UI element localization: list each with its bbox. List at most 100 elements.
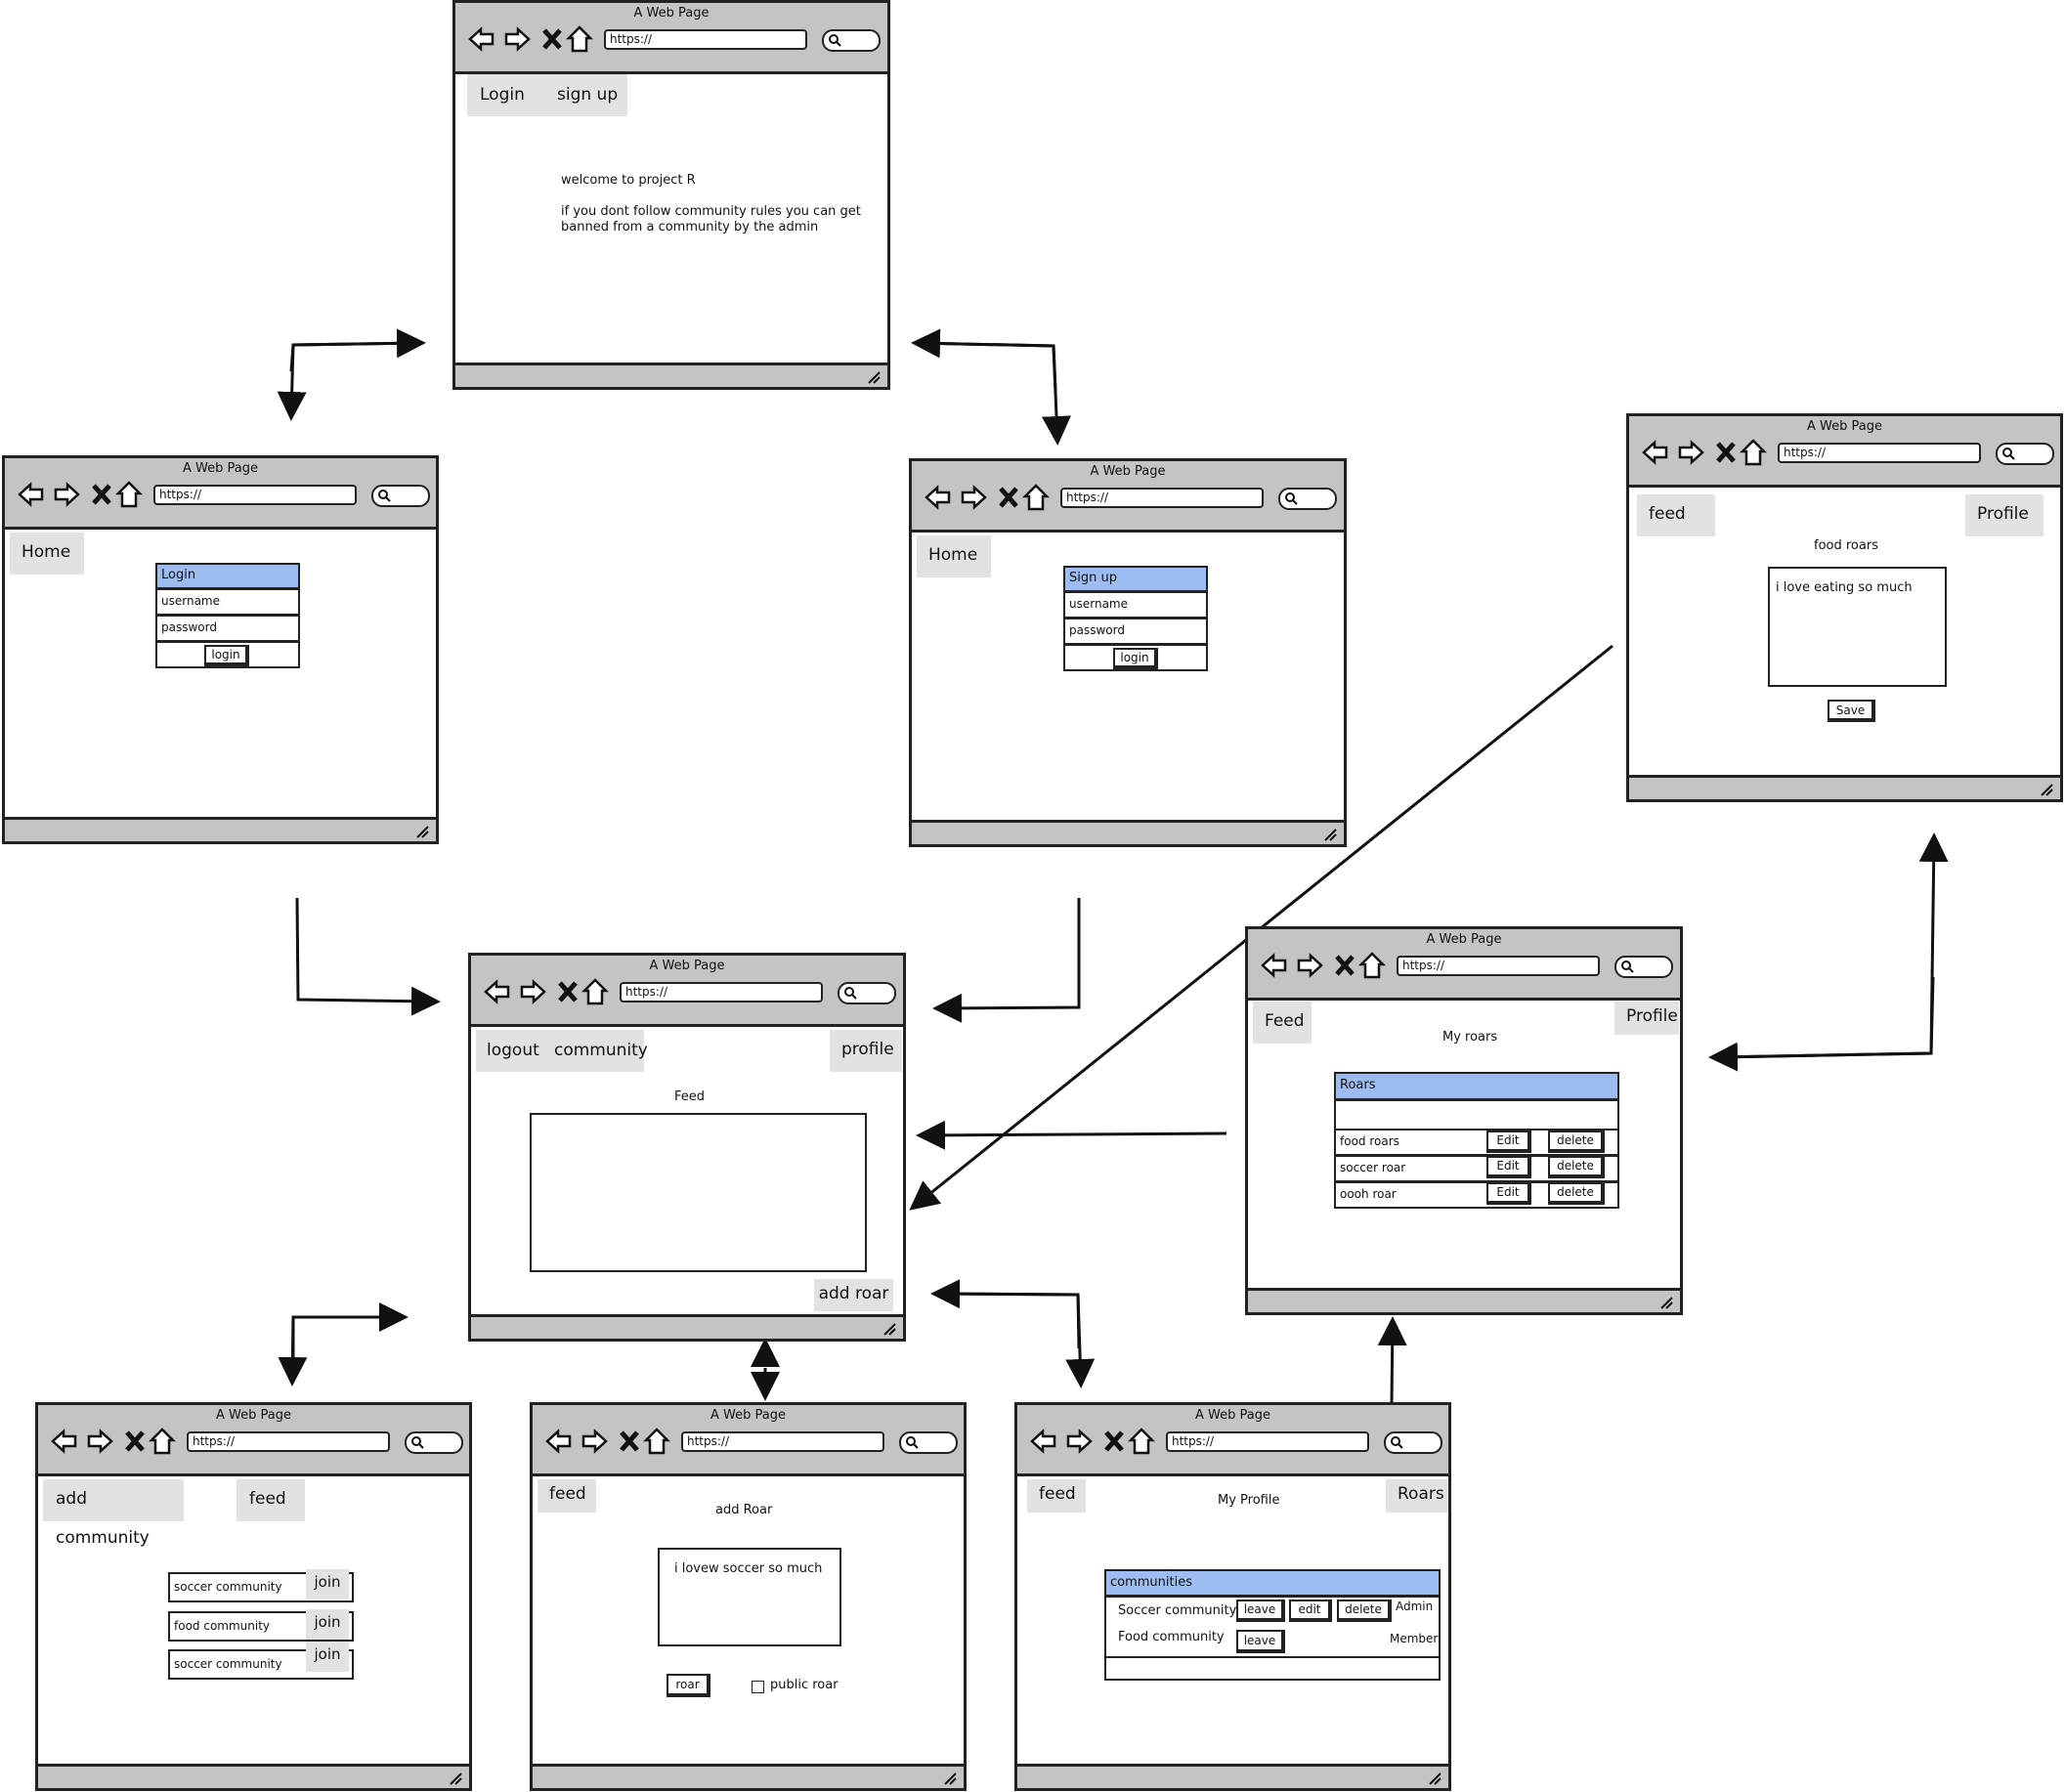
roars-tab[interactable]: Roars xyxy=(1386,1479,1448,1513)
delete-button[interactable]: delete xyxy=(1548,1131,1605,1153)
add-roar-button[interactable]: add roar xyxy=(814,1279,893,1311)
home-icon[interactable] xyxy=(1127,1427,1156,1456)
search-box[interactable] xyxy=(1614,956,1673,978)
home-tab[interactable]: Home xyxy=(10,533,84,575)
search-box[interactable] xyxy=(1384,1431,1442,1454)
back-arrow-icon[interactable] xyxy=(924,483,953,512)
tab-logout[interactable]: logout xyxy=(487,1041,539,1060)
arrow-home-to-signup xyxy=(916,341,1071,446)
delete-button[interactable]: delete xyxy=(1548,1156,1605,1178)
back-arrow-icon[interactable] xyxy=(1029,1427,1058,1456)
close-x-icon[interactable] xyxy=(87,480,116,509)
add-community-tab[interactable]: add community xyxy=(43,1479,184,1548)
edit-button[interactable]: Edit xyxy=(1486,1131,1531,1153)
home-icon[interactable] xyxy=(565,24,594,54)
search-box[interactable] xyxy=(405,1431,463,1454)
status-bar xyxy=(1248,1288,1680,1312)
tab-community[interactable]: community xyxy=(554,1041,648,1060)
back-arrow-icon[interactable] xyxy=(467,24,496,54)
join-button[interactable]: join xyxy=(306,1642,349,1672)
forward-arrow-icon[interactable] xyxy=(502,24,532,54)
save-button[interactable]: Save xyxy=(1828,700,1875,722)
home-icon[interactable] xyxy=(148,1427,177,1456)
back-arrow-icon[interactable] xyxy=(50,1427,79,1456)
search-box[interactable] xyxy=(822,29,881,52)
forward-arrow-icon[interactable] xyxy=(1064,1427,1094,1456)
close-x-icon[interactable] xyxy=(120,1427,150,1456)
forward-arrow-icon[interactable] xyxy=(580,1427,609,1456)
roar-content-textarea[interactable]: i lovew soccer so much xyxy=(658,1548,841,1646)
forward-arrow-icon[interactable] xyxy=(52,480,81,509)
password-field[interactable]: password xyxy=(1063,618,1208,645)
close-x-icon[interactable] xyxy=(553,977,582,1006)
url-field[interactable]: https:// xyxy=(604,29,807,50)
url-field[interactable]: https:// xyxy=(620,982,823,1003)
back-arrow-icon[interactable] xyxy=(17,480,46,509)
back-arrow-icon[interactable] xyxy=(1641,438,1670,467)
url-field[interactable]: https:// xyxy=(153,485,357,505)
forward-arrow-icon[interactable] xyxy=(518,977,547,1006)
home-icon[interactable] xyxy=(581,977,610,1006)
close-x-icon[interactable] xyxy=(1711,438,1741,467)
profile-tab[interactable]: profile xyxy=(830,1030,902,1072)
public-roar-checkbox[interactable] xyxy=(752,1681,764,1693)
forward-arrow-icon[interactable] xyxy=(1295,951,1324,980)
join-button[interactable]: join xyxy=(306,1569,349,1600)
search-box[interactable] xyxy=(838,982,896,1004)
tab-sign-up[interactable]: sign up xyxy=(557,85,618,105)
url-field[interactable]: https:// xyxy=(1778,443,1981,463)
username-field[interactable]: username xyxy=(1063,591,1208,619)
home-icon[interactable] xyxy=(1357,951,1387,980)
edit-button[interactable]: edit xyxy=(1289,1600,1332,1622)
profile-tab[interactable]: Profile xyxy=(1965,494,2043,536)
url-field[interactable]: https:// xyxy=(681,1431,884,1452)
edit-button[interactable]: Edit xyxy=(1486,1156,1531,1178)
join-button[interactable]: join xyxy=(306,1609,349,1640)
search-box[interactable] xyxy=(371,485,430,507)
close-x-icon[interactable] xyxy=(538,24,567,54)
forward-arrow-icon[interactable] xyxy=(1676,438,1705,467)
search-box[interactable] xyxy=(1996,443,2054,465)
forward-arrow-icon[interactable] xyxy=(85,1427,114,1456)
back-arrow-icon[interactable] xyxy=(1260,951,1289,980)
url-field[interactable]: https:// xyxy=(1166,1431,1369,1452)
search-box[interactable] xyxy=(899,1431,958,1454)
my-profile-window: A Web Page https:// feed Roars My Profil… xyxy=(1014,1402,1451,1791)
search-box[interactable] xyxy=(1278,488,1337,510)
signup-login-button[interactable]: login xyxy=(1113,648,1158,669)
url-field[interactable]: https:// xyxy=(1397,956,1600,976)
roar-button[interactable]: roar xyxy=(667,1674,710,1697)
edit-button[interactable]: Edit xyxy=(1486,1182,1531,1205)
home-tab[interactable]: Home xyxy=(917,535,991,577)
home-icon[interactable] xyxy=(114,480,144,509)
feed-tab[interactable]: Feed xyxy=(1253,1002,1312,1044)
login-button[interactable]: login xyxy=(204,645,249,666)
back-arrow-icon[interactable] xyxy=(483,977,512,1006)
password-field[interactable]: password xyxy=(155,615,300,642)
profile-tab[interactable]: Profile xyxy=(1614,1002,1679,1035)
feed-tab[interactable]: feed xyxy=(1637,494,1715,536)
close-x-icon[interactable] xyxy=(1330,951,1359,980)
url-field[interactable]: https:// xyxy=(1060,488,1264,508)
back-arrow-icon[interactable] xyxy=(544,1427,574,1456)
close-x-icon[interactable] xyxy=(994,483,1023,512)
delete-button[interactable]: delete xyxy=(1548,1182,1605,1205)
feed-tab[interactable]: feed xyxy=(1027,1479,1086,1513)
tab-login[interactable]: Login xyxy=(480,85,525,105)
home-icon[interactable] xyxy=(1021,483,1051,512)
feed-tab[interactable]: feed xyxy=(538,1479,596,1513)
forward-arrow-icon[interactable] xyxy=(959,483,988,512)
delete-button[interactable]: delete xyxy=(1337,1600,1392,1622)
roar-row-name: soccer roar xyxy=(1340,1161,1406,1174)
username-field[interactable]: username xyxy=(155,588,300,616)
home-icon[interactable] xyxy=(1739,438,1768,467)
close-x-icon[interactable] xyxy=(1099,1427,1129,1456)
url-field[interactable]: https:// xyxy=(187,1431,390,1452)
roars-table-header: Roars xyxy=(1334,1072,1619,1100)
feed-tab[interactable]: feed xyxy=(237,1479,305,1521)
roar-content-textarea[interactable]: i love eating so much xyxy=(1768,567,1947,687)
leave-button[interactable]: leave xyxy=(1236,1630,1285,1653)
leave-button[interactable]: leave xyxy=(1236,1600,1285,1622)
home-icon[interactable] xyxy=(642,1427,671,1456)
close-x-icon[interactable] xyxy=(615,1427,644,1456)
